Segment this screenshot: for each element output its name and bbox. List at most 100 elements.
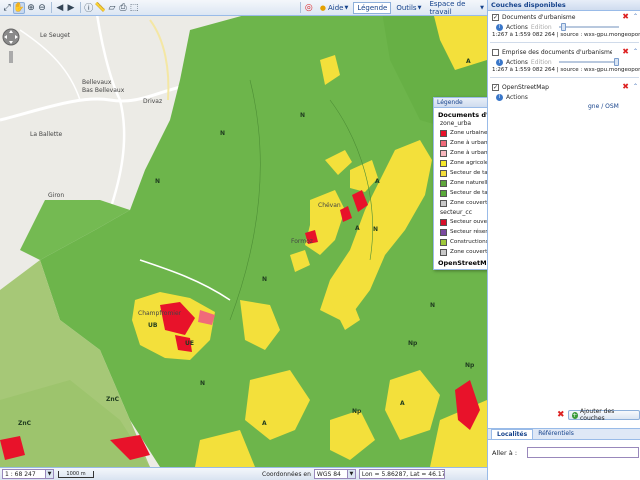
scale-value: 1 : 68 247 (5, 470, 36, 478)
map-label-champfromier: Champfromier (138, 310, 182, 317)
zone-letter: A (466, 58, 471, 65)
toolbar-separator (51, 2, 52, 13)
legend-item: Zone urbaine (440, 128, 487, 138)
help-menu[interactable]: ● Aide ▼ (317, 3, 351, 13)
layer-visibility-checkbox[interactable]: ✓ (492, 83, 499, 91)
zone-letter: UE (185, 340, 194, 347)
back-arrow-icon[interactable]: ◀ (55, 2, 65, 14)
zone-letter: N (373, 226, 379, 233)
opacity-slider[interactable] (558, 58, 619, 66)
layer-actions-menu[interactable]: Actions (506, 94, 528, 101)
workspace-menu[interactable]: Espace de travail ▼ (426, 0, 487, 17)
add-layers-label: Ajouter des couches (579, 408, 615, 422)
legend-group-title: OpenStreetMap (438, 259, 487, 267)
opacity-slider[interactable] (558, 23, 619, 31)
legend-item-label: Zone couverte par le RNU (450, 249, 487, 255)
print-icon[interactable]: ⎙ (118, 2, 128, 14)
measure-line-icon[interactable]: 📏 (95, 2, 106, 14)
forward-arrow-icon[interactable]: ▶ (66, 2, 76, 14)
layer-controls: i Actions (488, 92, 640, 102)
goto-input[interactable] (527, 447, 640, 458)
map-view[interactable]: Le Seuget Bellevaux Bas Bellevaux Drivaz… (0, 0, 487, 467)
layer-source: 1:267 à 1:559 082 264 | source : wxs-gpu… (492, 32, 640, 38)
info-icon[interactable]: i (496, 93, 503, 101)
zone-letter: N (220, 130, 226, 137)
layer-header: ✓ OpenStreetMap ✖ ⌃ (488, 82, 640, 92)
layer-edition-menu[interactable]: Edition (531, 59, 552, 66)
legend-subgroup: secteur_cc (440, 209, 473, 216)
tab-strip: Localités Référentiels (488, 429, 640, 440)
coords-readout: Lon = 5.86287, Lat = 46.17465 (358, 469, 445, 479)
legend-subgroup: zone_urba (440, 120, 472, 127)
zoom-out-icon[interactable]: ⊖ (37, 2, 47, 14)
legend-item: Secteur de taille et de capacité d'accue… (440, 188, 487, 198)
legend-window[interactable]: Légende × Documents d'urbanisme zone_urb… (433, 97, 487, 270)
zone-letter: Np (465, 362, 475, 369)
scale-bar: 1000 m (58, 470, 94, 478)
zone-letter: N (430, 302, 436, 309)
info-icon[interactable]: i (496, 58, 503, 66)
legend-item-label: Secteur de taille et de capacité d'accue… (450, 170, 487, 176)
legend-item-label: Zone naturelle (450, 180, 487, 186)
legend-title: Légende (437, 99, 463, 106)
remove-all-icon[interactable]: ✖ (557, 410, 565, 420)
status-bar: 1 : 68 247 ▼ 1000 m Coordonnées en WGS 84… (0, 467, 487, 480)
target-icon[interactable]: ◎ (304, 2, 314, 14)
select-icon[interactable]: ⬚ (129, 2, 139, 14)
remove-layer-icon[interactable]: ✖ (622, 83, 629, 91)
layer-item: Emprise des documents d'urbanisme (... ✖… (488, 47, 640, 79)
measure-area-icon[interactable]: ▱ (107, 2, 117, 14)
zone-letter: Np (352, 408, 362, 415)
map-canvas[interactable] (0, 0, 487, 467)
layer-visibility-checkbox[interactable] (492, 48, 499, 56)
layer-actions-menu[interactable]: Actions (506, 24, 528, 31)
panel-title: Couches disponibles (488, 0, 640, 11)
opacity-slider-thumb[interactable] (613, 58, 619, 66)
scale-select[interactable]: 1 : 68 247 ▼ (2, 469, 54, 479)
add-layers-button[interactable]: + Ajouter des couches (567, 408, 640, 422)
legend-title-bar[interactable]: Légende × (434, 98, 487, 108)
legend-button[interactable]: Légende (353, 1, 392, 14)
crs-select[interactable]: WGS 84 ▼ (313, 469, 356, 479)
goto-row: Aller à : (492, 447, 640, 458)
zoom-in-icon[interactable]: ⊕ (26, 2, 36, 14)
zone-letter: A (262, 420, 267, 427)
zone-letter: A (400, 400, 405, 407)
zone-letter: N (155, 178, 161, 185)
layer-edition-menu[interactable]: Edition (531, 24, 552, 31)
pan-control[interactable] (2, 23, 20, 51)
layer-visibility-checkbox[interactable]: ✓ (492, 13, 499, 21)
layer-header: ✓ Documents d'urbanisme ✖ ⌃ (488, 12, 640, 22)
caret-down-icon: ▼ (480, 4, 484, 11)
divider (490, 77, 639, 78)
opacity-slider-thumb[interactable] (560, 23, 566, 31)
map-label-la-ballette: La Ballette (30, 131, 63, 138)
chevron-down-icon[interactable]: ▼ (45, 470, 53, 478)
legend-swatch (440, 139, 447, 147)
layer-actions-menu[interactable]: Actions (506, 59, 528, 66)
tools-label: Outils (396, 3, 417, 12)
remove-layer-icon[interactable]: ✖ (622, 48, 629, 56)
legend-item-label: Constructions non autorisées (450, 239, 487, 245)
remove-layer-icon[interactable]: ✖ (622, 13, 629, 21)
legend-item-label: Zone urbaine (450, 130, 487, 136)
tab-localites[interactable]: Localités (491, 429, 534, 439)
legend-item-label: Zone couverte par le RNU (450, 200, 487, 206)
collapse-icon[interactable]: ⌃ (633, 83, 638, 90)
info-query-icon[interactable]: ⓘ (84, 2, 94, 14)
legend-item-label: Secteur réservé aux activités (450, 229, 487, 235)
pan-hand-icon[interactable]: ✋ (13, 1, 26, 14)
collapse-icon[interactable]: ⌃ (633, 48, 638, 55)
chevron-down-icon[interactable]: ▼ (346, 470, 355, 478)
add-layers-row: ✖ + Ajouter des couches (557, 408, 640, 422)
zoom-slider[interactable] (5, 51, 17, 63)
legend-item: Secteur ouvert à la construction (440, 217, 487, 227)
osm-attribution[interactable]: gne / OSM (588, 103, 619, 110)
tab-referentiels[interactable]: Référentiels (533, 429, 579, 439)
collapse-icon[interactable]: ⌃ (633, 13, 638, 20)
tools-menu[interactable]: Outils ▼ (393, 3, 424, 13)
layer-title: Documents d'urbanisme (502, 13, 576, 21)
info-icon[interactable]: i (496, 23, 503, 31)
zoom-extent-icon[interactable]: ⤢ (2, 2, 12, 14)
layer-controls: i Actions Edition (488, 22, 640, 32)
